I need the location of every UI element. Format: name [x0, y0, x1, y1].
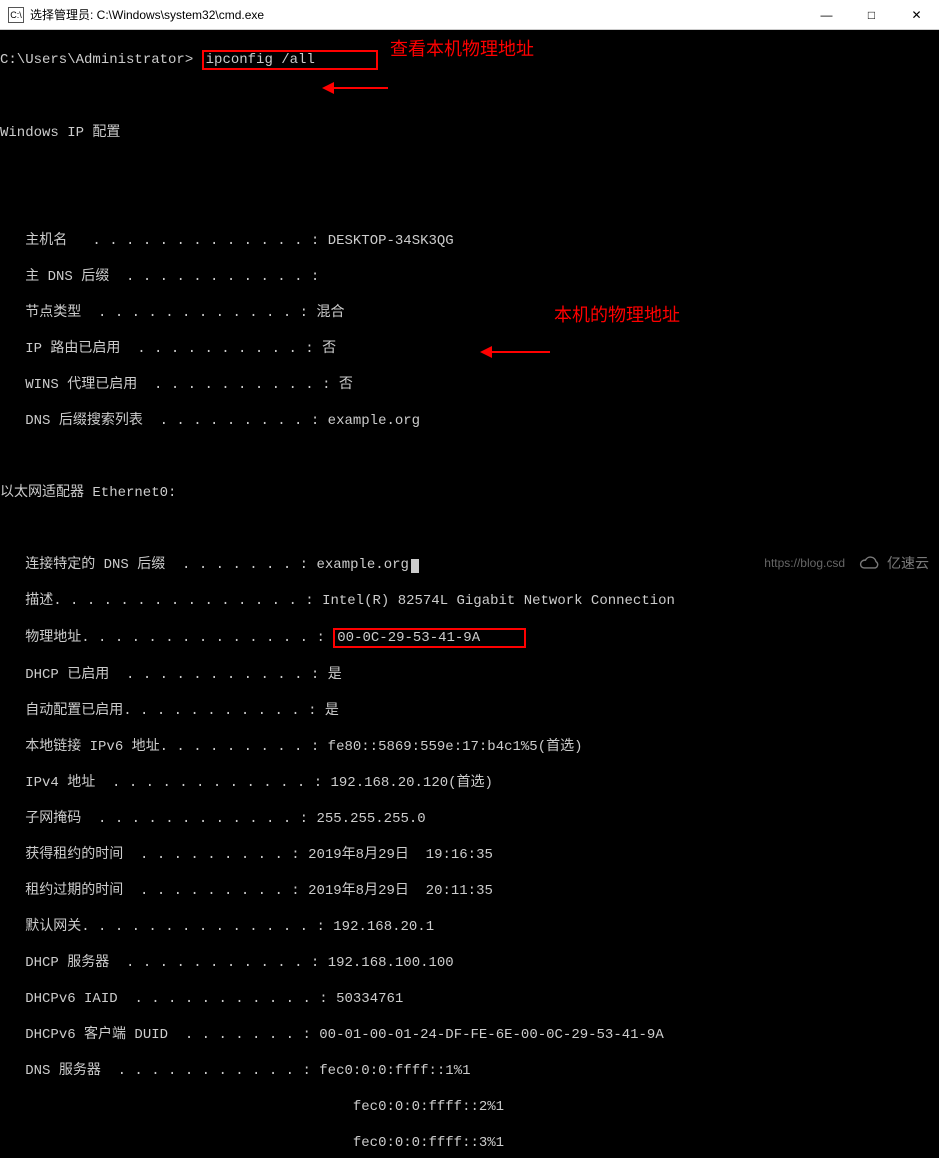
- annotation-top: 查看本机物理地址: [390, 40, 534, 58]
- cfg-row: 子网掩码 . . . . . . . . . . . . : 255.255.2…: [0, 810, 939, 828]
- cfg-row: 默认网关. . . . . . . . . . . . . . : 192.16…: [0, 918, 939, 936]
- cloud-icon: [855, 553, 883, 573]
- cfg-row: 自动配置已启用. . . . . . . . . . . : 是: [0, 702, 939, 720]
- cfg-row: IP 路由已启用 . . . . . . . . . . : 否: [0, 340, 939, 358]
- cfg-row: 主机名 . . . . . . . . . . . . . : DESKTOP-…: [0, 232, 939, 250]
- ip-config-header: Windows IP 配置: [0, 124, 939, 142]
- cfg-row: IPv4 地址 . . . . . . . . . . . . : 192.16…: [0, 774, 939, 792]
- cmd-icon: C:\: [8, 7, 24, 23]
- text-cursor: [411, 559, 419, 573]
- arrow-mid-icon: [480, 308, 550, 396]
- minimize-button[interactable]: —: [804, 0, 849, 29]
- yisu-logo: 亿速云: [855, 553, 929, 573]
- cfg-row: 描述. . . . . . . . . . . . . . . : Intel(…: [0, 592, 939, 610]
- cfg-row-mac: 物理地址. . . . . . . . . . . . . . : 00-0C-…: [0, 628, 939, 648]
- cfg-row: DNS 服务器 . . . . . . . . . . . : fec0:0:0…: [0, 1062, 939, 1080]
- annotation-mid: 本机的物理地址: [554, 306, 680, 324]
- cfg-row: 节点类型 . . . . . . . . . . . . : 混合: [0, 304, 939, 322]
- cfg-row: 获得租约的时间 . . . . . . . . . : 2019年8月29日 1…: [0, 846, 939, 864]
- cfg-row: 租约过期的时间 . . . . . . . . . : 2019年8月29日 2…: [0, 882, 939, 900]
- close-button[interactable]: ✕: [894, 0, 939, 29]
- adapter-header: 以太网适配器 Ethernet0:: [0, 484, 939, 502]
- terminal-output[interactable]: C:\Users\Administrator> ipconfig /all Wi…: [0, 30, 939, 1158]
- cfg-row: DHCPv6 IAID . . . . . . . . . . . : 5033…: [0, 990, 939, 1008]
- csdn-watermark: https://blog.csd: [764, 556, 845, 570]
- cfg-row: DHCP 服务器 . . . . . . . . . . . : 192.168…: [0, 954, 939, 972]
- cfg-row: fec0:0:0:ffff::3%1: [0, 1134, 939, 1152]
- arrow-top-icon: [322, 44, 388, 132]
- window-buttons: — □ ✕: [804, 0, 939, 29]
- cfg-row: 本地链接 IPv6 地址. . . . . . . . . : fe80::58…: [0, 738, 939, 756]
- maximize-button[interactable]: □: [849, 0, 894, 29]
- watermark: https://blog.csd 亿速云: [764, 553, 929, 573]
- cfg-row: DHCP 已启用 . . . . . . . . . . . : 是: [0, 666, 939, 684]
- cfg-row: DNS 后缀搜索列表 . . . . . . . . . : example.o…: [0, 412, 939, 430]
- cfg-row: 主 DNS 后缀 . . . . . . . . . . . :: [0, 268, 939, 286]
- cfg-row: DHCPv6 客户端 DUID . . . . . . . : 00-01-00…: [0, 1026, 939, 1044]
- mac-highlight: 00-0C-29-53-41-9A: [333, 628, 526, 648]
- cfg-row: fec0:0:0:ffff::2%1: [0, 1098, 939, 1116]
- window-title: 选择管理员: C:\Windows\system32\cmd.exe: [30, 6, 804, 23]
- cfg-row: WINS 代理已启用 . . . . . . . . . . : 否: [0, 376, 939, 394]
- window-titlebar: C:\ 选择管理员: C:\Windows\system32\cmd.exe —…: [0, 0, 939, 30]
- prompt-path: C:\Users\Administrator>: [0, 52, 193, 68]
